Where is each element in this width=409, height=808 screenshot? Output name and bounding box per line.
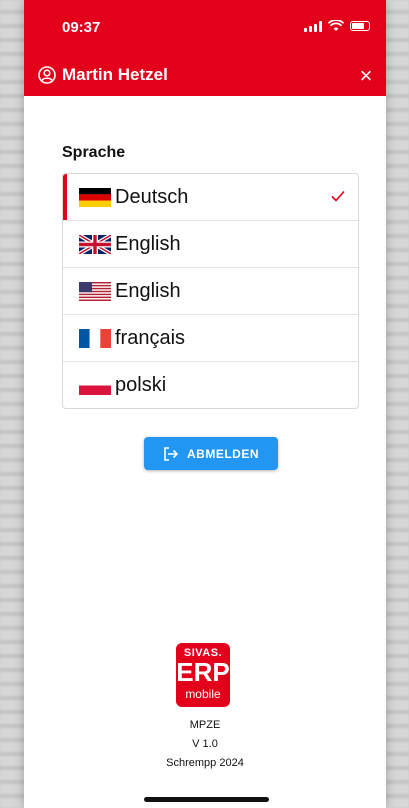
- language-label: polski: [115, 374, 167, 396]
- language-item-francais[interactable]: français: [63, 315, 358, 362]
- status-time: 09:37: [62, 19, 101, 36]
- copyright: Schrempp 2024: [166, 757, 244, 769]
- flag-us-icon: [79, 282, 111, 301]
- app-header: Martin Hetzel ×: [24, 56, 386, 96]
- app-name: MPZE: [189, 719, 221, 731]
- language-label: Deutsch: [115, 186, 189, 208]
- logout-label: ABMELDEN: [187, 446, 259, 461]
- home-indicator[interactable]: [144, 797, 269, 802]
- language-section-title: Sprache: [62, 144, 126, 161]
- language-label: English: [115, 280, 181, 302]
- app-version: V 1.0: [192, 738, 218, 750]
- language-item-deutsch[interactable]: Deutsch: [63, 174, 358, 221]
- language-item-english-us[interactable]: English: [63, 268, 358, 315]
- flag-de-icon: [79, 188, 111, 207]
- logout-icon: [164, 446, 179, 461]
- language-item-english-uk[interactable]: English: [63, 221, 358, 268]
- flag-pl-icon: [79, 376, 111, 395]
- close-icon: ×: [359, 63, 373, 88]
- flag-fr-icon: [79, 329, 111, 348]
- status-icons: [304, 20, 370, 32]
- battery-icon: [350, 21, 370, 31]
- signal-icon: [304, 20, 322, 32]
- language-label: English: [115, 233, 181, 255]
- language-label: français: [115, 327, 186, 349]
- checkmark-icon: [331, 190, 345, 202]
- language-list: Deutsch English English français polski: [62, 173, 359, 409]
- user-circle-icon: [38, 66, 56, 84]
- phone-screen: 09:37 Martin Hetzel × Sprache Deutsch En…: [24, 0, 386, 808]
- logout-button[interactable]: ABMELDEN: [144, 437, 278, 470]
- sivas-erp-logo: SIVAS. ERP mobile: [176, 643, 230, 707]
- language-item-polski[interactable]: polski: [63, 362, 358, 408]
- user-name: Martin Hetzel: [62, 65, 168, 84]
- close-button[interactable]: ×: [352, 62, 380, 90]
- wifi-icon: [328, 20, 344, 31]
- flag-uk-icon: [79, 235, 111, 254]
- status-bar: 09:37: [24, 0, 386, 56]
